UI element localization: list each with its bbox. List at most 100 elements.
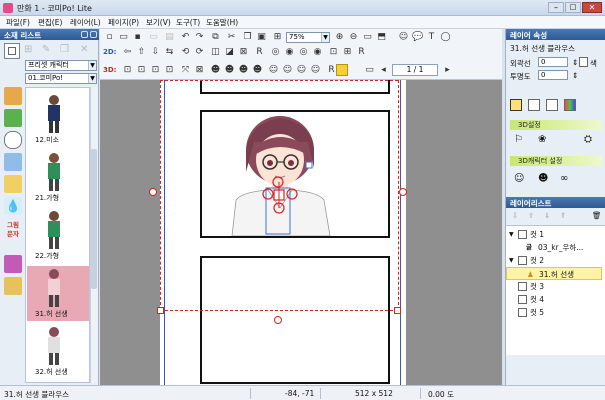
fit-icon[interactable]: ⊠ [194, 65, 205, 76]
layer-icon[interactable] [546, 99, 558, 111]
opacity-input[interactable]: 0 [538, 70, 568, 80]
page-indicator[interactable]: 1 / 1 [392, 64, 438, 76]
camera-settings-icon[interactable]: ⛭ [584, 134, 592, 145]
layer-row[interactable]: 컷 5 [506, 306, 602, 319]
text-icon[interactable]: T [426, 32, 437, 43]
pose-icon[interactable]: ☻ [210, 65, 221, 76]
model-icon[interactable]: ❀ [538, 134, 546, 145]
redo-icon[interactable]: ↷ [194, 32, 205, 43]
category-item-icon[interactable] [4, 175, 22, 193]
delete-material-icon[interactable]: ✕ [80, 44, 88, 55]
3d-character-settings-bar[interactable]: 3D캐릭터 설정 [510, 156, 602, 166]
category-character-icon[interactable] [4, 87, 22, 105]
layer-bottom-icon[interactable]: ⇓ [544, 211, 550, 220]
camera-icon[interactable]: ⊡ [122, 65, 133, 76]
new-icon[interactable]: ▫ [104, 32, 115, 43]
category-balloon-icon[interactable] [4, 131, 22, 149]
layer-row[interactable]: 컷 4 [506, 293, 602, 306]
scrollbar-thumb[interactable] [91, 149, 97, 289]
layer-down-icon[interactable]: ⇩ [512, 211, 518, 220]
copy-material-icon[interactable]: ❐ [60, 44, 69, 55]
category-frame-icon[interactable] [4, 255, 22, 273]
list-item[interactable]: 22.가형 [27, 208, 89, 263]
back-icon[interactable]: ◪ [224, 47, 235, 58]
trash-icon[interactable]: 🗑 [592, 211, 602, 220]
menu-help[interactable]: 도움말(H) [206, 17, 238, 28]
resize-handle-bl[interactable] [157, 307, 164, 314]
layer-row[interactable]: ▼ 컷 2 [506, 254, 602, 267]
zoom-combo[interactable]: 75% ▼ [286, 32, 330, 43]
outline-input[interactable]: 0 [538, 57, 568, 67]
list-item[interactable]: 21.가형 [27, 150, 89, 205]
expression-setting-icon[interactable]: ∞ [560, 173, 568, 184]
menu-file[interactable]: 파일(F) [6, 17, 30, 28]
pose4-icon[interactable]: ☻ [252, 65, 263, 76]
rotate-handle-bottom[interactable] [274, 316, 282, 324]
balloon-icon[interactable]: 💬 [412, 32, 423, 43]
light-icon[interactable]: ⚐ [514, 134, 523, 145]
copy-icon[interactable]: ❐ [242, 32, 253, 43]
category-3d-icon[interactable] [4, 109, 22, 127]
layer-row-selected[interactable]: ♟ 31.허 선생 [506, 267, 602, 280]
list-item[interactable]: 32.허 선생 [27, 324, 89, 379]
next-page-icon[interactable]: ▸ [442, 65, 453, 76]
camera-zoom-icon[interactable]: ⊡ [150, 65, 161, 76]
menu-view[interactable]: 보기(V) [146, 17, 171, 28]
camera-rotate-icon[interactable]: ⊡ [164, 65, 175, 76]
pose-setting-icon[interactable]: ☻ [538, 173, 548, 184]
face-setting-icon[interactable]: ☺ [514, 173, 524, 184]
cut-icon[interactable]: ✂ [226, 32, 237, 43]
face2-icon[interactable]: ☺ [282, 65, 293, 76]
resize-handle-br[interactable] [394, 307, 401, 314]
front-icon[interactable]: ◫ [210, 47, 221, 58]
comic-page[interactable] [157, 80, 406, 385]
scale-icon[interactable]: ⤧ [180, 65, 191, 76]
resize-handle-left[interactable] [149, 188, 157, 196]
menu-layer[interactable]: 레이어(L) [70, 17, 101, 28]
menu-page[interactable]: 페이지(P) [108, 17, 139, 28]
bubble-icon[interactable]: ◯ [440, 32, 451, 43]
page-icon[interactable]: ▭ [364, 65, 375, 76]
select-tool-button[interactable] [4, 43, 20, 59]
layer-row[interactable]: 글 03_kr_우하... [506, 241, 602, 254]
edit-material-icon[interactable]: ✎ [42, 44, 50, 55]
move-left-icon[interactable]: ⇦ [122, 47, 133, 58]
target4-icon[interactable]: ◉ [312, 47, 323, 58]
outline-spin-icon[interactable]: ⇕ [572, 58, 578, 67]
reset-icon[interactable]: ⊠ [238, 47, 249, 58]
zoom-out-icon[interactable]: ⊖ [348, 32, 359, 43]
face-icon[interactable]: ☺ [268, 65, 279, 76]
list-item-selected[interactable]: 31.허 선생 [27, 266, 89, 321]
category-background-icon[interactable] [4, 153, 22, 171]
opacity-spin-icon[interactable]: ⇕ [572, 71, 578, 80]
frame-panel-1[interactable] [200, 80, 390, 94]
panel-close-icon[interactable] [90, 31, 97, 38]
frame-edit-icon[interactable]: ⧉ [210, 32, 221, 43]
category-text-label[interactable]: 문자 [3, 228, 23, 238]
menu-tools[interactable]: 도구(T) [176, 17, 200, 28]
character-figure[interactable] [202, 112, 388, 236]
panel-settings-icon[interactable] [81, 31, 88, 38]
character-combo[interactable]: 01.코미Po! ▼ [25, 73, 97, 84]
camera-move-icon[interactable]: ⊡ [136, 65, 147, 76]
add-material-icon[interactable]: ⊞ [24, 44, 32, 55]
zoom-in-icon[interactable]: ⊕ [334, 32, 345, 43]
layer-row[interactable]: ▼ 컷 1 [506, 228, 602, 241]
color-swatch[interactable] [579, 57, 588, 67]
picture-icon[interactable] [528, 99, 540, 111]
r-icon-2[interactable]: R [356, 47, 367, 58]
target3-icon[interactable]: ◎ [298, 47, 309, 58]
export-icon[interactable]: ▤ [164, 32, 175, 43]
rotate-left-icon[interactable]: ⟲ [180, 47, 191, 58]
face4-icon[interactable]: ☺ [310, 65, 321, 76]
pose2-icon[interactable]: ☻ [224, 65, 235, 76]
layer-up-icon[interactable]: ⇧ [528, 211, 534, 220]
pose3-icon[interactable]: ☻ [238, 65, 249, 76]
eye-icon[interactable] [510, 99, 522, 111]
category-misc-icon[interactable] [4, 277, 22, 295]
fit-page-icon[interactable]: ▭ [362, 32, 373, 43]
character-icon[interactable]: ☺ [398, 32, 409, 43]
print-icon[interactable]: ▭ [148, 32, 159, 43]
frame-panel-3[interactable] [200, 256, 390, 384]
close-button[interactable]: ✕ [582, 2, 602, 13]
